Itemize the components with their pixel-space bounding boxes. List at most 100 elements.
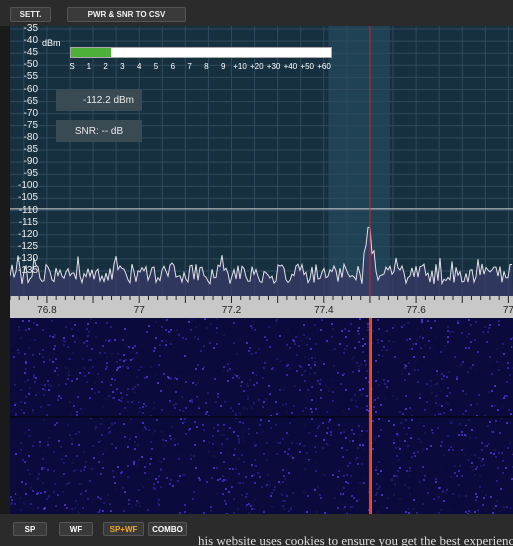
view-mode-sp-wf-button[interactable]: SP+WF [103, 522, 144, 536]
waterfall-pixel [282, 431, 284, 433]
waterfall-pixel [352, 440, 354, 442]
view-mode-combo-button[interactable]: COMBO [148, 522, 187, 536]
waterfall-pixel [332, 400, 334, 402]
view-mode-sp-button[interactable]: SP [13, 522, 47, 536]
waterfall-pixel [315, 408, 317, 410]
waterfall-pixel [41, 410, 43, 412]
waterfall-pixel [271, 368, 273, 370]
waterfall-pixel [415, 359, 417, 361]
waterfall-pixel [25, 396, 27, 398]
waterfall-pixel [427, 320, 429, 322]
waterfall-pixel [238, 403, 240, 405]
waterfall-pixel [413, 356, 415, 358]
waterfall-pixel [358, 368, 360, 370]
waterfall-pixel [221, 443, 223, 445]
waterfall-pixel [388, 340, 390, 342]
waterfall-pixel [282, 404, 284, 406]
waterfall-pixel [472, 364, 474, 366]
waterfall-pixel [438, 404, 440, 406]
settings-button[interactable]: SETT. [10, 7, 51, 22]
waterfall-pixel [227, 363, 229, 365]
waterfall-pixel [308, 432, 310, 434]
waterfall-pixel [510, 338, 512, 340]
waterfall-pixel [280, 493, 282, 495]
waterfall-pixel [427, 492, 429, 494]
waterfall-pixel [498, 452, 500, 454]
waterfall-pixel [254, 374, 256, 376]
waterfall-pixel [111, 423, 113, 425]
waterfall-pixel [68, 374, 70, 376]
waterfall-pixel [310, 408, 312, 410]
waterfall-pixel [345, 349, 347, 351]
waterfall-pixel [53, 491, 55, 493]
waterfall-pixel [283, 508, 285, 510]
waterfall-pixel [117, 466, 119, 468]
waterfall-pixel [22, 320, 24, 322]
waterfall-pixel [55, 358, 57, 360]
y-axis-label: -110 [18, 204, 38, 216]
waterfall-pixel [318, 381, 320, 383]
waterfall-pixel [304, 356, 306, 358]
view-mode-wf-button[interactable]: WF [59, 522, 93, 536]
waterfall-pixel [328, 421, 330, 423]
waterfall-pixel [419, 393, 421, 395]
waterfall-pixel [375, 380, 377, 382]
waterfall-pixel [276, 319, 278, 321]
waterfall-pixel [158, 364, 160, 366]
waterfall-pixel [249, 347, 251, 349]
waterfall-pixel [82, 507, 84, 509]
waterfall-pixel [407, 445, 409, 447]
waterfall-pixel [459, 465, 461, 467]
export-csv-button[interactable]: PWR & SNR TO CSV [67, 7, 186, 22]
waterfall-pixel [468, 510, 470, 512]
waterfall-pixel [194, 444, 196, 446]
waterfall-pixel [367, 326, 369, 328]
waterfall-pixel [311, 411, 313, 413]
waterfall-pixel [185, 381, 187, 383]
waterfall-pixel [105, 339, 107, 341]
waterfall-pixel [499, 361, 501, 363]
waterfall-pixel [465, 347, 467, 349]
waterfall-pixel [42, 349, 44, 351]
waterfall-pixel [366, 336, 368, 338]
waterfall-pixel [507, 362, 509, 364]
waterfall-pixel [401, 418, 403, 420]
waterfall-pixel [474, 454, 476, 456]
waterfall-pixel [268, 385, 270, 387]
waterfall-pixel [103, 502, 105, 504]
waterfall-pixel [469, 325, 471, 327]
waterfall-pixel [450, 409, 452, 411]
waterfall-pixel [24, 372, 26, 374]
waterfall-pixel [421, 451, 423, 453]
waterfall-pixel [120, 392, 122, 394]
waterfall-pixel [10, 496, 12, 498]
waterfall-pixel [14, 404, 16, 406]
waterfall-panel[interactable] [10, 318, 513, 514]
waterfall-pixel [170, 329, 172, 331]
waterfall-pixel [499, 510, 501, 512]
waterfall-pixel [48, 389, 50, 391]
frequency-axis[interactable]: 76.8 77 77.2 77.4 77.6 77 [10, 296, 513, 318]
waterfall-pixel [422, 328, 424, 330]
waterfall-pixel [155, 478, 157, 480]
waterfall-pixel [112, 470, 114, 472]
waterfall-pixel [495, 456, 497, 458]
waterfall-pixel [48, 437, 50, 439]
waterfall-pixel [488, 479, 490, 481]
waterfall-pixel [156, 419, 158, 421]
waterfall-pixel [110, 384, 112, 386]
waterfall-pixel [386, 507, 388, 509]
waterfall-pixel [344, 502, 346, 504]
waterfall-pixel [182, 337, 184, 339]
waterfall-pixel [474, 369, 476, 371]
waterfall-pixel [203, 345, 205, 347]
waterfall-pixel [243, 407, 245, 409]
waterfall-pixel [203, 440, 205, 442]
waterfall-pixel [39, 445, 41, 447]
waterfall-pixel [357, 447, 359, 449]
waterfall-pixel [108, 395, 110, 397]
waterfall-pixel [197, 338, 199, 340]
waterfall-pixel [52, 336, 54, 338]
waterfall-pixel [421, 319, 423, 321]
waterfall-pixel [348, 408, 350, 410]
